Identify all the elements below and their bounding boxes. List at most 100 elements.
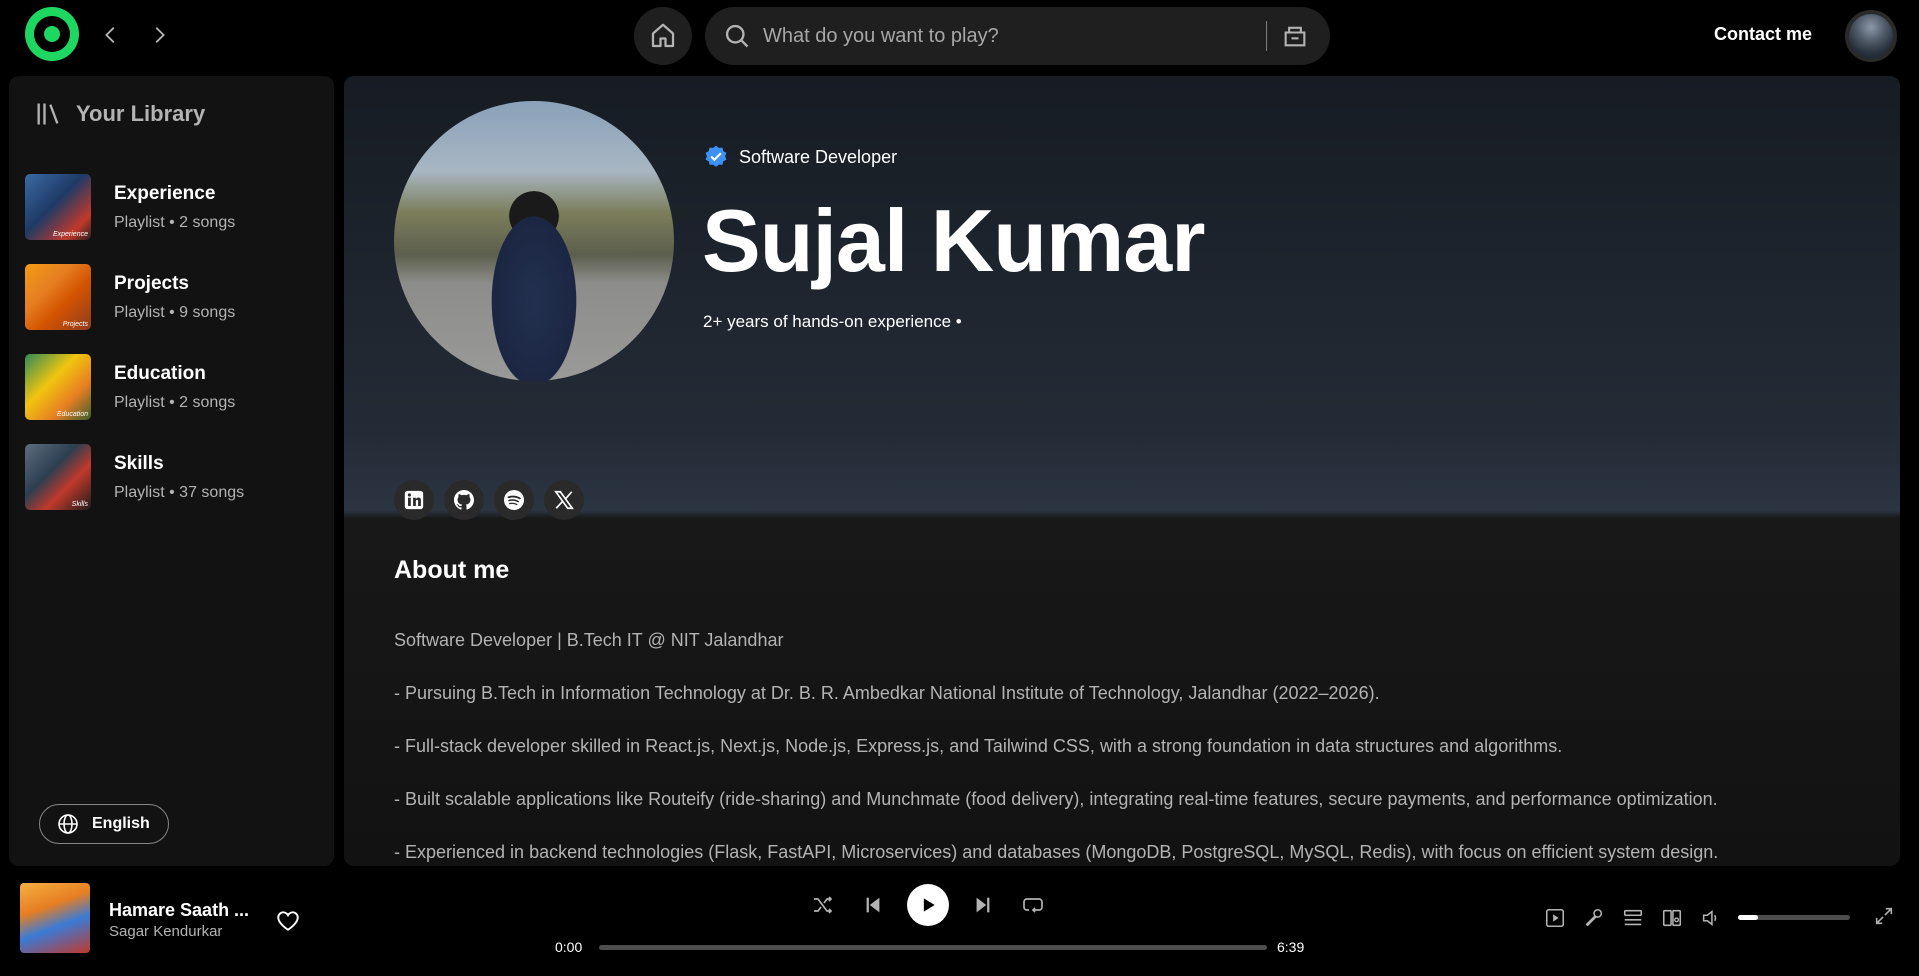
about-body: Software Developer | B.Tech IT @ NIT Jal…: [394, 628, 1874, 866]
now-playing-art[interactable]: [20, 883, 90, 953]
top-bar: Contact me: [0, 0, 1919, 72]
heart-icon[interactable]: [275, 908, 301, 934]
library-item-projects[interactable]: Projects Projects Playlist • 9 songs: [25, 264, 325, 330]
search-input[interactable]: [763, 24, 1243, 48]
queue-icon: [1623, 909, 1643, 926]
shuffle-icon: [814, 896, 833, 914]
back-button[interactable]: [94, 18, 128, 52]
globe-icon: [58, 814, 78, 834]
about-line: - Built scalable applications like Route…: [394, 789, 1718, 809]
x-icon: [554, 490, 574, 510]
fullscreen-icon: [1875, 907, 1893, 925]
browse-icon[interactable]: [1279, 20, 1311, 52]
previous-button[interactable]: [857, 889, 889, 921]
contact-me-link[interactable]: Contact me: [1714, 24, 1812, 45]
playlist-cover: Projects: [25, 264, 91, 330]
cover-badge: Projects: [62, 321, 88, 328]
playlist-meta: Playlist • 9 songs: [114, 303, 236, 321]
playlist-name: Skills: [114, 452, 164, 474]
library-sidebar: Your Library Experience Experience Playl…: [9, 76, 334, 866]
cover-badge: Experience: [52, 231, 88, 238]
user-avatar[interactable]: [1845, 10, 1897, 62]
profile-photo: [394, 101, 674, 381]
volume-icon: [1702, 909, 1717, 927]
x-button[interactable]: [544, 480, 584, 520]
profile-subtitle: 2+ years of hands-on experience •: [703, 312, 962, 331]
linkedin-icon: [404, 490, 424, 510]
next-button[interactable]: [967, 889, 999, 921]
playback-controls: [807, 884, 1067, 926]
spotify-button[interactable]: [494, 480, 534, 520]
library-item-experience[interactable]: Experience Experience Playlist • 2 songs: [25, 174, 325, 240]
library-item-education[interactable]: Education Education Playlist • 2 songs: [25, 354, 325, 420]
microphone-icon: [1585, 908, 1603, 927]
extra-controls: [1541, 904, 1736, 932]
connect-device-button[interactable]: [1658, 904, 1686, 932]
now-playing-view-icon: [1545, 908, 1565, 928]
library-header[interactable]: Your Library: [34, 100, 205, 128]
spotify-icon: [504, 490, 524, 510]
cover-badge: Education: [56, 411, 88, 418]
play-icon: [923, 898, 935, 912]
library-item-skills[interactable]: Skills Skills Playlist • 37 songs: [25, 444, 325, 510]
now-playing-title[interactable]: Hamare Saath ...: [109, 900, 249, 921]
playlist-name: Experience: [114, 182, 216, 204]
player-bar: Hamare Saath ... Sagar Kendurkar 0:00 6:…: [0, 870, 1919, 976]
language-label: English: [92, 815, 150, 832]
github-button[interactable]: [444, 480, 484, 520]
social-links: [394, 480, 584, 520]
now-playing-artist[interactable]: Sagar Kendurkar: [109, 923, 222, 940]
profile-name: Sujal Kumar: [702, 191, 1205, 290]
total-time: 6:39: [1277, 939, 1305, 955]
search-bar: [705, 7, 1330, 65]
library-icon: [37, 103, 59, 125]
verified-icon: [705, 145, 727, 167]
repeat-icon: [1023, 898, 1043, 913]
repeat-button[interactable]: [1017, 889, 1049, 921]
lyrics-button[interactable]: [1580, 904, 1608, 932]
device-icon: [1662, 909, 1682, 927]
main-content: Software Developer Sujal Kumar 2+ years …: [344, 76, 1900, 866]
now-playing-view-button[interactable]: [1541, 904, 1569, 932]
volume-slider[interactable]: [1738, 915, 1850, 920]
playlist-name: Education: [114, 362, 206, 384]
playlist-meta: Playlist • 2 songs: [114, 393, 236, 411]
playlist-cover: Education: [25, 354, 91, 420]
about-line: - Pursuing B.Tech in Information Technol…: [394, 683, 1380, 703]
about-line: - Experienced in backend technologies (F…: [394, 842, 1719, 862]
search-divider: [1266, 21, 1267, 51]
github-icon: [454, 490, 474, 510]
queue-button[interactable]: [1619, 904, 1647, 932]
home-icon: [651, 23, 675, 48]
playlist-meta: Playlist • 37 songs: [114, 483, 245, 501]
chevron-left-icon: [105, 27, 115, 43]
home-button[interactable]: [634, 7, 692, 65]
linkedin-button[interactable]: [394, 480, 434, 520]
verified-badge: Software Developer: [703, 144, 897, 170]
elapsed-time: 0:00: [555, 939, 583, 955]
language-button[interactable]: English: [39, 804, 169, 844]
playlist-name: Projects: [114, 272, 189, 294]
chevron-right-icon: [155, 27, 165, 43]
previous-icon: [866, 897, 880, 913]
playlist-cover: Experience: [25, 174, 91, 240]
progress-bar[interactable]: [599, 945, 1267, 950]
play-button[interactable]: [907, 884, 949, 926]
about-line: Software Developer | B.Tech IT @ NIT Jal…: [394, 630, 784, 650]
about-line: - Full-stack developer skilled in React.…: [394, 736, 1563, 756]
about-title: About me: [394, 556, 510, 584]
library-list: Experience Experience Playlist • 2 songs…: [25, 174, 325, 534]
next-icon: [976, 897, 990, 913]
forward-button[interactable]: [142, 18, 176, 52]
mute-button[interactable]: [1697, 904, 1725, 932]
search-icon: [721, 20, 753, 52]
library-title: Your Library: [76, 101, 206, 126]
volume-fill: [1738, 915, 1759, 920]
cover-badge: Skills: [71, 501, 88, 508]
playlist-cover: Skills: [25, 444, 91, 510]
app-logo[interactable]: [25, 7, 79, 61]
fullscreen-button[interactable]: [1870, 902, 1898, 930]
profile-role: Software Developer: [739, 146, 898, 167]
playlist-meta: Playlist • 2 songs: [114, 213, 236, 231]
shuffle-button[interactable]: [807, 889, 839, 921]
